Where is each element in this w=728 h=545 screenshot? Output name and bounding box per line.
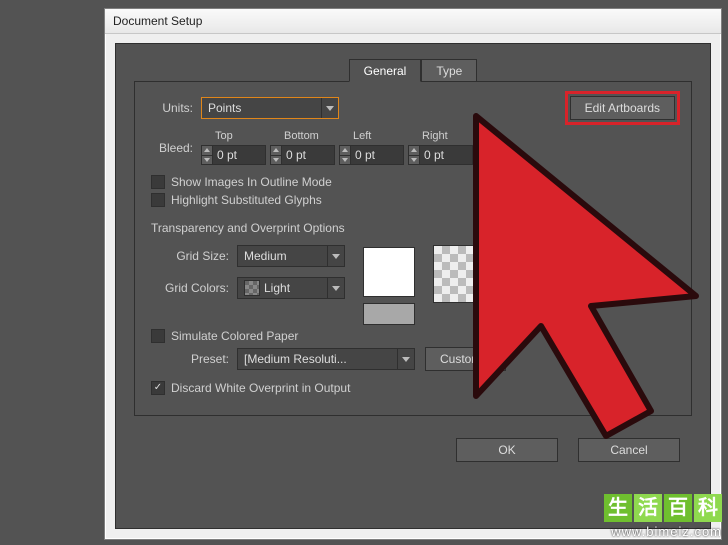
stepper-up-icon[interactable]: [270, 145, 282, 155]
bleed-bottom-label: Bottom: [284, 130, 319, 142]
bleed-label: Bleed:: [151, 141, 193, 155]
pattern-swatch-icon: [244, 280, 260, 296]
stepper-down-icon[interactable]: [408, 155, 420, 166]
discard-white-checkbox[interactable]: ✓ Discard White Overprint in Output: [151, 381, 675, 395]
stepper-up-icon[interactable]: [408, 145, 420, 155]
checkbox-icon: [151, 175, 165, 189]
cancel-button[interactable]: Cancel: [578, 438, 680, 462]
stepper-up-icon[interactable]: [201, 145, 213, 155]
chevron-down-icon: [321, 98, 338, 118]
document-setup-dialog: Document Setup General Type Units: Point…: [104, 8, 722, 540]
edit-artboards-button[interactable]: Edit Artboards: [570, 96, 675, 120]
units-label: Units:: [151, 101, 193, 115]
checker-preview: [433, 245, 493, 303]
grid-colors-select[interactable]: Light: [237, 277, 345, 299]
grid-size-label: Grid Size:: [151, 249, 229, 263]
bleed-left-label: Left: [353, 130, 371, 142]
color-swatch-gray[interactable]: [363, 303, 415, 325]
highlight-glyphs-checkbox[interactable]: Highlight Substituted Glyphs: [151, 193, 675, 207]
bleed-bottom-input[interactable]: 0 pt: [270, 145, 335, 165]
titlebar: Document Setup: [105, 9, 721, 34]
ok-button[interactable]: OK: [456, 438, 558, 462]
simulate-paper-checkbox[interactable]: Simulate Colored Paper: [151, 329, 675, 343]
color-swatch-white[interactable]: [363, 247, 415, 297]
bleed-right-input[interactable]: 0 pt: [408, 145, 473, 165]
checkbox-checked-icon: ✓: [151, 381, 165, 395]
stepper-down-icon[interactable]: [270, 155, 282, 166]
bleed-right-label: Right: [422, 130, 448, 142]
bleed-left-input[interactable]: 0 pt: [339, 145, 404, 165]
show-images-checkbox[interactable]: Show Images In Outline Mode: [151, 175, 675, 189]
tab-general[interactable]: General: [349, 59, 422, 82]
stepper-down-icon[interactable]: [339, 155, 351, 166]
tab-type[interactable]: Type: [421, 59, 477, 82]
link-bleed-icon[interactable]: ⧉: [479, 143, 497, 165]
checkbox-icon: [151, 193, 165, 207]
grid-size-select[interactable]: Medium: [237, 245, 345, 267]
transparency-section-title: Transparency and Overprint Options: [151, 221, 675, 235]
watermark: 生 活 百 科 www.bimeiz.com: [604, 494, 722, 539]
preset-select[interactable]: [Medium Resoluti...: [237, 348, 415, 370]
units-select[interactable]: Points: [201, 97, 339, 119]
checkbox-icon: [151, 329, 165, 343]
chevron-down-icon: [397, 349, 414, 369]
chevron-down-icon: [327, 246, 344, 266]
chevron-down-icon: [327, 278, 344, 298]
grid-colors-label: Grid Colors:: [151, 281, 229, 295]
window-title: Document Setup: [113, 14, 202, 28]
bleed-top-input[interactable]: 0 pt: [201, 145, 266, 165]
tab-bar: General Type: [116, 58, 710, 81]
stepper-down-icon[interactable]: [201, 155, 213, 166]
stepper-up-icon[interactable]: [339, 145, 351, 155]
bleed-top-label: Top: [215, 130, 233, 142]
custom-button[interactable]: Custom...: [425, 347, 506, 371]
preset-label: Preset:: [151, 352, 229, 366]
